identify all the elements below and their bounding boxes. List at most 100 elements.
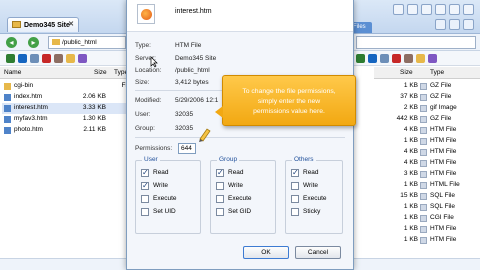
user-value: 32035 bbox=[175, 111, 194, 118]
path-text: /public_html bbox=[62, 39, 97, 46]
file-size: 4 KB bbox=[403, 148, 418, 155]
rename-icon[interactable] bbox=[404, 54, 413, 63]
remote-file-row[interactable]: 442 KB GZ File bbox=[374, 114, 478, 125]
checkbox-label: Execute bbox=[153, 195, 177, 202]
location-label: Location: bbox=[135, 67, 162, 74]
download-icon[interactable] bbox=[18, 54, 27, 63]
upload-icon[interactable] bbox=[6, 54, 15, 63]
toolbar-icon-4[interactable] bbox=[435, 4, 446, 15]
others-sticky-checkbox[interactable]: Sticky bbox=[291, 208, 351, 217]
close-tab-icon[interactable]: ✕ bbox=[68, 20, 74, 28]
remote-file-row[interactable]: 1 KB HTM File bbox=[374, 235, 478, 246]
toolbar-icon-3[interactable] bbox=[421, 4, 432, 15]
path-field[interactable]: /public_html bbox=[48, 36, 126, 49]
others-read-checkbox[interactable]: Read bbox=[291, 168, 351, 178]
view-icon[interactable] bbox=[428, 54, 437, 63]
column-size[interactable]: Size bbox=[94, 69, 107, 76]
file-size: 1 KB bbox=[403, 214, 418, 221]
right-path-field[interactable] bbox=[356, 36, 476, 49]
delete-icon[interactable] bbox=[392, 54, 401, 63]
view-icon[interactable] bbox=[78, 54, 87, 63]
user-execute-checkbox[interactable]: Execute bbox=[141, 195, 201, 204]
file-type-icon bbox=[420, 149, 427, 156]
file-row-selected[interactable]: interest.htm 3.33 KB bbox=[2, 103, 130, 114]
file-name: cgi-bin bbox=[14, 82, 34, 89]
user-read-checkbox[interactable]: Read bbox=[141, 168, 201, 178]
checkbox-label: Write bbox=[303, 182, 319, 189]
forward-icon[interactable]: ▸ bbox=[28, 37, 39, 48]
size-value: 3,412 bytes bbox=[175, 79, 209, 86]
html-file-icon bbox=[4, 116, 11, 123]
permissions-input[interactable]: 644 bbox=[178, 143, 196, 154]
properties-dialog: interest.htm Type: HTM File Server: Demo… bbox=[126, 0, 354, 270]
site-tab-label: Demo345 Site bbox=[24, 22, 70, 29]
file-size: 4 KB bbox=[403, 159, 418, 166]
remote-file-row[interactable]: 4 KB HTM File bbox=[374, 158, 478, 169]
cancel-button[interactable]: Cancel bbox=[295, 246, 341, 259]
user-setuid-checkbox[interactable]: Set UID bbox=[141, 208, 201, 217]
toolbar-icon-5[interactable] bbox=[449, 4, 460, 15]
toolbar-icon-8[interactable] bbox=[449, 19, 460, 30]
remote-file-row[interactable]: 4 KB HTM File bbox=[374, 147, 478, 158]
file-row[interactable]: index.htm 2.06 KB bbox=[2, 92, 130, 103]
right-column-header: Size Type bbox=[374, 67, 480, 79]
file-size: 3.33 KB bbox=[82, 104, 106, 111]
remote-file-row[interactable]: 3 KB HTM File bbox=[374, 169, 478, 180]
refresh-icon[interactable] bbox=[30, 54, 39, 63]
file-type: CGI File bbox=[430, 214, 454, 221]
toolbar-icon-2[interactable] bbox=[407, 4, 418, 15]
file-row[interactable]: photo.htm 2.11 KB bbox=[2, 125, 130, 136]
group-value: 32035 bbox=[175, 125, 194, 132]
refresh-icon[interactable] bbox=[380, 54, 389, 63]
column-type[interactable]: Type bbox=[430, 69, 444, 76]
new-folder-icon[interactable] bbox=[416, 54, 425, 63]
group-execute-checkbox[interactable]: Execute bbox=[216, 195, 276, 204]
files-tab[interactable]: Files bbox=[352, 22, 372, 33]
group-read-checkbox[interactable]: Read bbox=[216, 168, 276, 178]
column-size[interactable]: Size bbox=[400, 69, 413, 76]
others-write-checkbox[interactable]: Write bbox=[291, 182, 351, 191]
remote-file-row[interactable]: 1 KB GZ File bbox=[374, 81, 478, 92]
delete-icon[interactable] bbox=[42, 54, 51, 63]
remote-file-row[interactable]: 1 KB HTM File bbox=[374, 136, 478, 147]
download-icon[interactable] bbox=[368, 54, 377, 63]
remote-file-row[interactable]: 2 KB gif Image bbox=[374, 103, 478, 114]
checkbox-box bbox=[216, 182, 224, 190]
ok-button[interactable]: OK bbox=[243, 246, 289, 259]
toolbar-icon-6[interactable] bbox=[463, 4, 474, 15]
file-row[interactable]: myfav3.htm 1.30 KB bbox=[2, 114, 130, 125]
checkbox-label: Read bbox=[228, 169, 244, 176]
remote-file-row[interactable]: 1 KB HTML File bbox=[374, 180, 478, 191]
site-tab[interactable]: Demo345 Site ✕ bbox=[7, 17, 79, 32]
file-size: 2.06 KB bbox=[82, 93, 106, 100]
group-label: Group: bbox=[135, 125, 155, 132]
rename-icon[interactable] bbox=[54, 54, 63, 63]
toolbar-icon-7[interactable] bbox=[435, 19, 446, 30]
upload-icon[interactable] bbox=[356, 54, 365, 63]
remote-file-row[interactable]: 1 KB SQL File bbox=[374, 202, 478, 213]
user-write-checkbox[interactable]: Write bbox=[141, 181, 201, 191]
tooltip-line-1: To change the file permissions, bbox=[242, 88, 336, 95]
back-icon[interactable]: ◂ bbox=[6, 37, 17, 48]
checkbox-box bbox=[141, 181, 149, 190]
toolbar-icon-1[interactable] bbox=[393, 4, 404, 15]
checkbox-label: Set GID bbox=[228, 208, 252, 215]
checkbox-box bbox=[141, 195, 149, 203]
remote-file-row[interactable]: 1 KB HTM File bbox=[374, 224, 478, 235]
group-setgid-checkbox[interactable]: Set GID bbox=[216, 208, 276, 217]
toolbar-icon-9[interactable] bbox=[463, 19, 474, 30]
group-write-checkbox[interactable]: Write bbox=[216, 182, 276, 191]
file-name: myfav3.htm bbox=[14, 115, 48, 122]
remote-file-row[interactable]: 1 KB CGI File bbox=[374, 213, 478, 224]
file-type: HTM File bbox=[430, 170, 457, 177]
file-row[interactable]: cgi-bin File bbox=[2, 81, 132, 92]
html-file-icon bbox=[4, 105, 11, 112]
file-type: HTM File bbox=[430, 126, 457, 133]
column-name[interactable]: Name bbox=[4, 69, 21, 76]
new-folder-icon[interactable] bbox=[66, 54, 75, 63]
tooltip-arrow bbox=[215, 106, 223, 118]
remote-file-row[interactable]: 37 KB GZ File bbox=[374, 92, 478, 103]
others-execute-checkbox[interactable]: Execute bbox=[291, 195, 351, 204]
remote-file-row[interactable]: 4 KB HTM File bbox=[374, 125, 478, 136]
remote-file-row[interactable]: 15 KB SQL File bbox=[374, 191, 478, 202]
